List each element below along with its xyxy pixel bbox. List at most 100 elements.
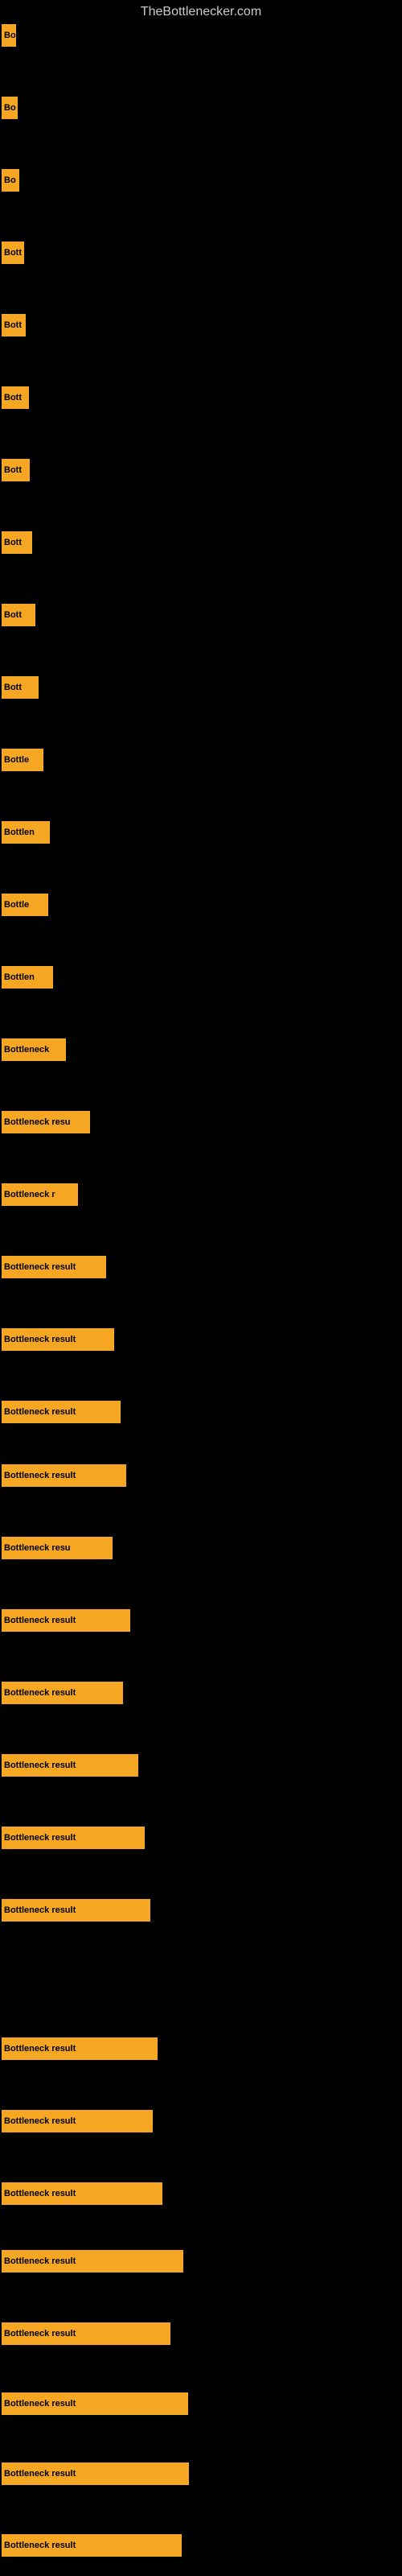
bottleneck-bar: Bottleneck result: [2, 2462, 189, 2485]
bar-row: Bottleneck result: [2, 1401, 402, 1423]
bar-label: Bott: [4, 320, 22, 330]
bar-row: Bo: [2, 169, 402, 192]
bottleneck-bar: Bottleneck result: [2, 1682, 123, 1704]
bottleneck-bar: Bottleneck result: [2, 2322, 170, 2345]
bar-label: Bott: [4, 393, 22, 402]
bar-row: Bo: [2, 97, 402, 119]
bar-row: Bo: [2, 24, 402, 47]
bar-label: Bottlen: [4, 828, 35, 837]
bottleneck-bar: Bottleneck result: [2, 2182, 162, 2205]
bottleneck-bar: Bott: [2, 604, 35, 626]
bar-row: Bott: [2, 242, 402, 264]
bar-row: Bott: [2, 531, 402, 554]
bottleneck-bar: Bott: [2, 314, 26, 336]
bottleneck-bar: Bottleneck result: [2, 2037, 158, 2060]
bottleneck-bar: Bott: [2, 242, 24, 264]
bar-label: Bottleneck result: [4, 2399, 76, 2409]
bottleneck-bar: Bottleneck result: [2, 1609, 130, 1632]
bottleneck-bar: Bottle: [2, 749, 43, 771]
bar-label: Bo: [4, 103, 16, 113]
bar-row: Bottleneck result: [2, 2322, 402, 2345]
bar-label: Bo: [4, 31, 16, 40]
bar-row: Bottleneck resu: [2, 1111, 402, 1133]
bar-label: Bottleneck result: [4, 1761, 76, 1770]
bar-label: Bott: [4, 465, 22, 475]
bar-label: Bottlen: [4, 972, 35, 982]
bar-row: Bottleneck result: [2, 2110, 402, 2132]
bar-row: Bottleneck r: [2, 1183, 402, 1206]
bottleneck-bar: Bottleneck r: [2, 1183, 78, 1206]
bar-row: Bottleneck resu: [2, 1537, 402, 1559]
bar-row: Bottleneck result: [2, 1899, 402, 1922]
bar-row: Bottleneck result: [2, 2534, 402, 2557]
bottleneck-bar: Bottleneck result: [2, 1328, 114, 1351]
bar-label: Bott: [4, 248, 22, 258]
bottleneck-bar: Bottleneck result: [2, 2534, 182, 2557]
bar-row: Bottleneck result: [2, 2250, 402, 2273]
bottleneck-bar: Bo: [2, 97, 18, 119]
bottleneck-bar: Bottleneck result: [2, 1827, 145, 1849]
bottleneck-bar: Bott: [2, 386, 29, 409]
bar-row: Bottleneck result: [2, 1464, 402, 1487]
bar-row: Bott: [2, 314, 402, 336]
bar-row: Bottleneck result: [2, 2462, 402, 2485]
bar-row: Bottle: [2, 894, 402, 916]
bar-row: Bottleneck result: [2, 1754, 402, 1777]
bottleneck-bar: Bo: [2, 24, 16, 47]
bar-label: Bottleneck result: [4, 1905, 76, 1915]
bar-row: Bott: [2, 604, 402, 626]
bar-row: Bottleneck result: [2, 1256, 402, 1278]
bar-label: Bottleneck result: [4, 2189, 76, 2198]
bottleneck-bar: Bott: [2, 459, 30, 481]
bottleneck-bar: Bottlen: [2, 821, 50, 844]
bar-label: Bottleneck result: [4, 1833, 76, 1843]
bar-label: Bottleneck result: [4, 1471, 76, 1480]
bar-label: Bott: [4, 610, 22, 620]
bar-label: Bottleneck result: [4, 2469, 76, 2479]
bottleneck-bar: Bottleneck result: [2, 1256, 106, 1278]
bottleneck-bar: Bottleneck result: [2, 2392, 188, 2415]
bar-label: Bottleneck result: [4, 1616, 76, 1625]
bottleneck-bar: Bottleneck result: [2, 1899, 150, 1922]
bar-row: Bottleneck result: [2, 1682, 402, 1704]
bar-label: Bottleneck result: [4, 2541, 76, 2550]
bar-label: Bottle: [4, 755, 29, 765]
bottleneck-bar: Bottleneck resu: [2, 1111, 90, 1133]
bottleneck-bar: Bo: [2, 169, 19, 192]
bar-row: Bott: [2, 676, 402, 699]
bottleneck-bar: Bottleneck result: [2, 1464, 126, 1487]
bar-row: Bott: [2, 459, 402, 481]
bar-label: Bottleneck result: [4, 1407, 76, 1417]
bottleneck-bar: Bottleneck result: [2, 2110, 153, 2132]
bar-label: Bottleneck result: [4, 1335, 76, 1344]
bar-label: Bottleneck result: [4, 2329, 76, 2339]
bottleneck-bar: Bott: [2, 531, 32, 554]
bar-row: Bottlen: [2, 966, 402, 989]
bar-label: Bott: [4, 538, 22, 547]
bar-label: Bottleneck resu: [4, 1117, 71, 1127]
bar-label: Bottleneck resu: [4, 1543, 71, 1553]
bottleneck-bar: Bottleneck result: [2, 1754, 138, 1777]
bar-label: Bottleneck r: [4, 1190, 55, 1199]
bottleneck-bar: Bottle: [2, 894, 48, 916]
bar-row: Bottleneck: [2, 1038, 402, 1061]
bar-row: Bott: [2, 386, 402, 409]
bar-label: Bottle: [4, 900, 29, 910]
bottleneck-bar: Bottleneck resu: [2, 1537, 113, 1559]
bar-row: Bottlen: [2, 821, 402, 844]
bottleneck-bar: Bottleneck result: [2, 1401, 121, 1423]
bar-row: Bottleneck result: [2, 2392, 402, 2415]
bar-label: Bottleneck result: [4, 2116, 76, 2126]
bar-row: Bottleneck result: [2, 1827, 402, 1849]
bottleneck-bar: Bottlen: [2, 966, 53, 989]
bar-label: Bottleneck result: [4, 2256, 76, 2266]
bar-row: Bottleneck result: [2, 2182, 402, 2205]
bar-row: Bottle: [2, 749, 402, 771]
bottleneck-bar: Bottleneck: [2, 1038, 66, 1061]
bar-label: Bottleneck result: [4, 1262, 76, 1272]
bottleneck-bar: Bottleneck result: [2, 2250, 183, 2273]
bar-label: Bottleneck result: [4, 1688, 76, 1698]
bar-row: Bottleneck result: [2, 1328, 402, 1351]
bar-label: Bottleneck result: [4, 2044, 76, 2054]
bar-row: Bottleneck result: [2, 1609, 402, 1632]
